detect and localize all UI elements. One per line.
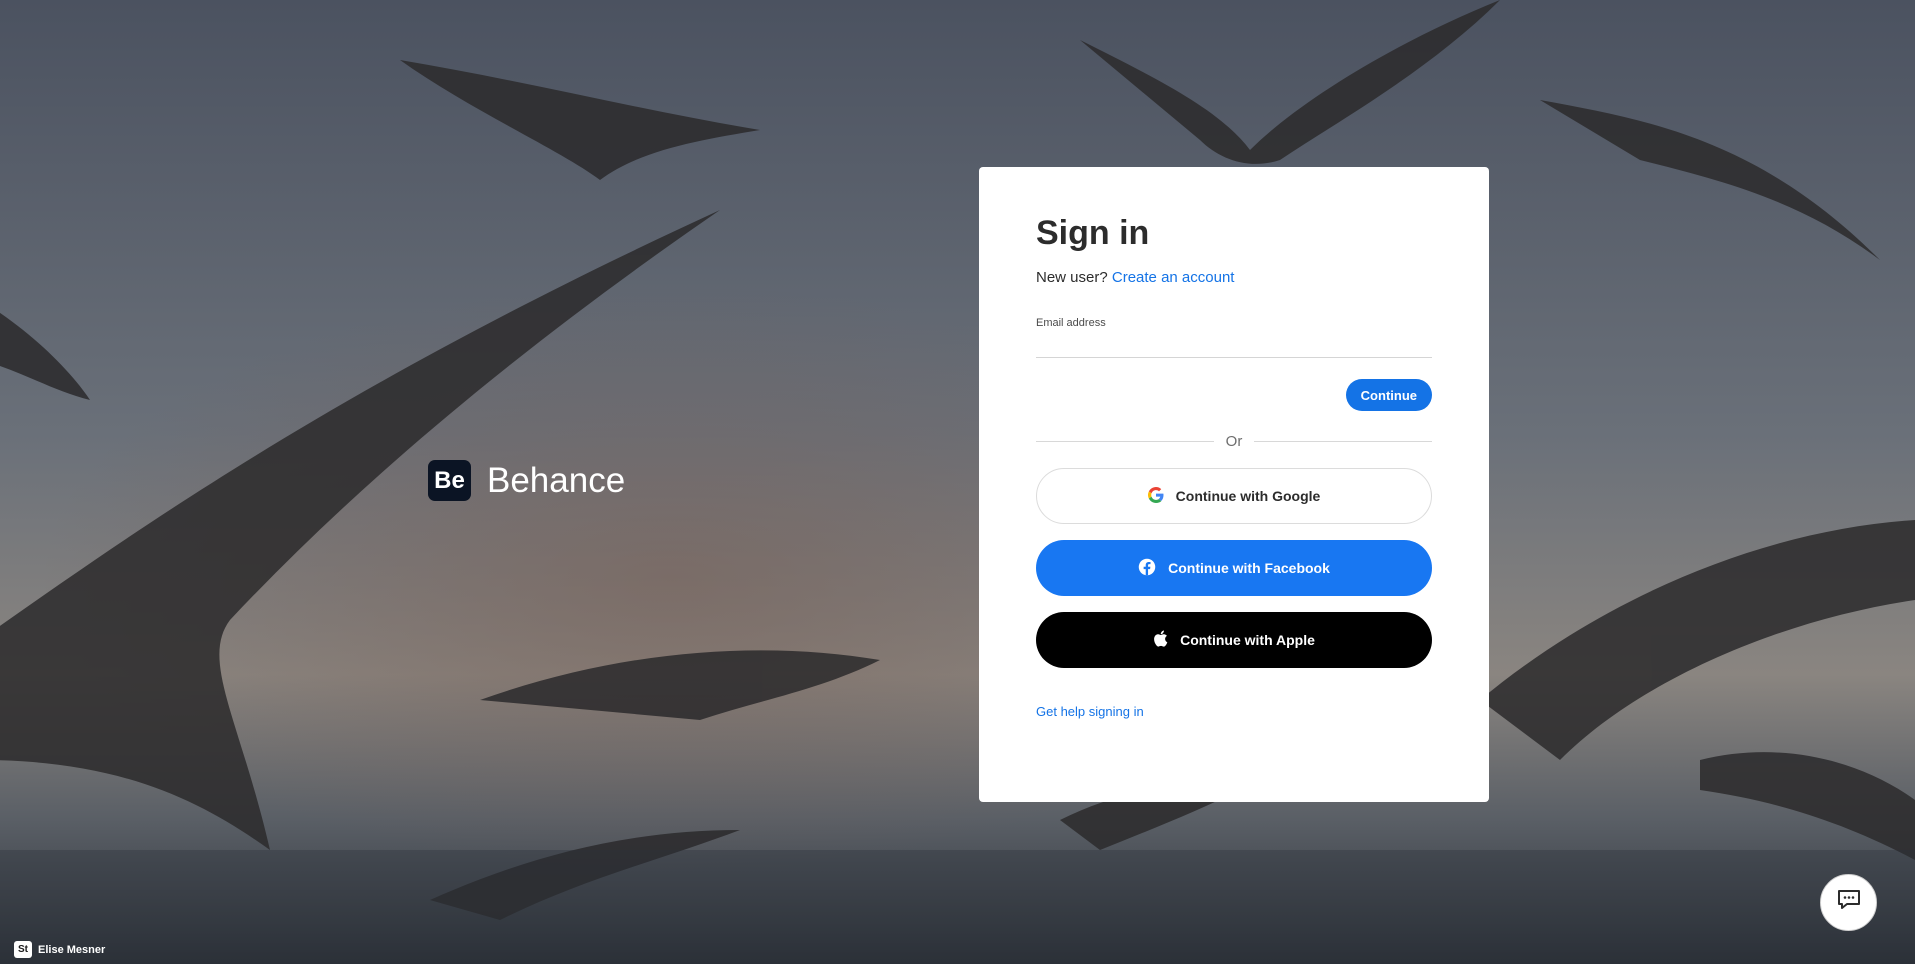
help-row: Get help signing in <box>1036 704 1432 719</box>
apple-icon <box>1153 630 1168 650</box>
google-icon <box>1147 486 1164 506</box>
facebook-button-label: Continue with Facebook <box>1168 560 1330 576</box>
signin-card: Sign in New user? Create an account Emai… <box>979 167 1489 802</box>
new-user-row: New user? Create an account <box>1036 269 1432 289</box>
background-photo <box>0 0 1915 964</box>
photo-credit[interactable]: St Elise Mesner <box>14 941 105 958</box>
email-label: Email address <box>1036 317 1106 329</box>
new-user-text: New user? <box>1036 269 1108 286</box>
continue-with-google-button[interactable]: Continue with Google <box>1036 468 1432 524</box>
apple-button-label: Continue with Apple <box>1180 632 1315 648</box>
continue-with-facebook-button[interactable]: Continue with Facebook <box>1036 540 1432 596</box>
facebook-icon <box>1138 558 1156 579</box>
email-field[interactable] <box>1036 335 1432 358</box>
divider-line-left <box>1036 440 1214 442</box>
behance-name: Behance <box>487 460 626 500</box>
google-button-label: Continue with Google <box>1175 488 1321 504</box>
chat-button[interactable] <box>1820 874 1877 931</box>
or-divider: Or <box>1036 431 1433 451</box>
stock-logo: St <box>14 941 32 958</box>
continue-row: Continue <box>1036 379 1432 411</box>
or-text: Or <box>1225 432 1243 450</box>
behance-brand: Be Behance <box>428 460 625 501</box>
divider-line-right <box>1254 440 1433 442</box>
signin-title: Sign in <box>1036 214 1150 252</box>
behance-logo: Be <box>428 460 471 501</box>
continue-with-apple-button[interactable]: Continue with Apple <box>1036 612 1432 668</box>
create-account-link[interactable]: Create an account <box>1112 269 1235 286</box>
get-help-link[interactable]: Get help signing in <box>1036 704 1144 719</box>
chat-icon <box>1836 888 1862 917</box>
continue-button[interactable]: Continue <box>1345 379 1432 411</box>
photo-credit-name: Elise Mesner <box>38 943 106 956</box>
